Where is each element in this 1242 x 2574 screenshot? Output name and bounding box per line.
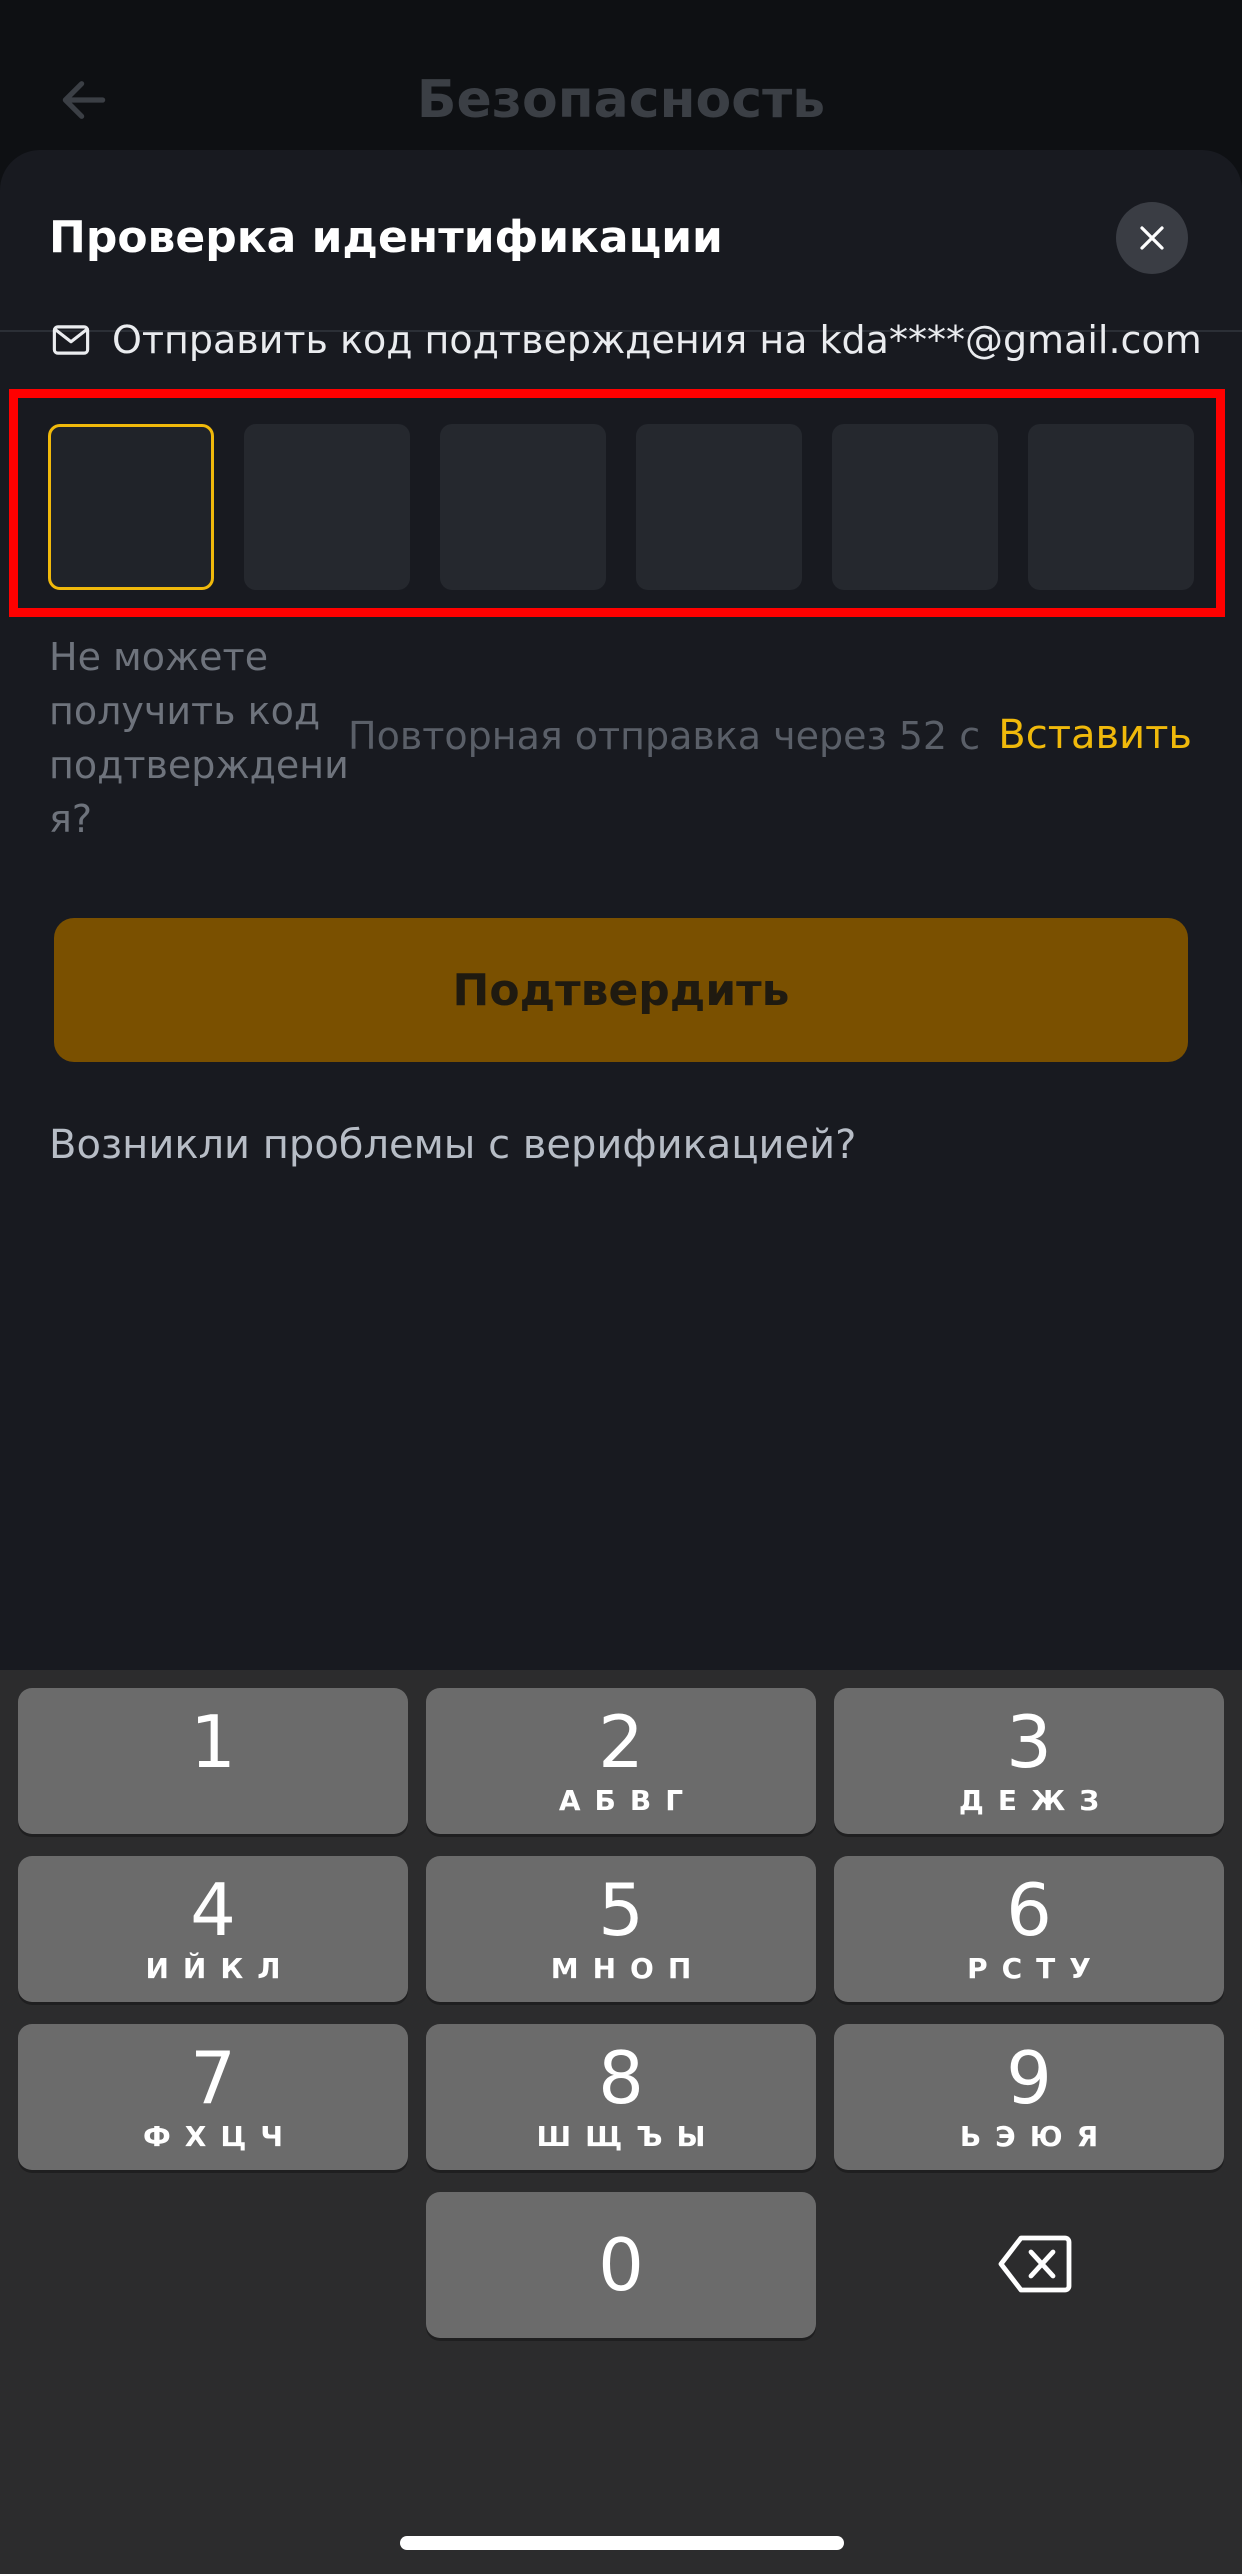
key-letters: ШЩЪЫ [536, 2120, 720, 2153]
key-letters: ЬЭЮЯ [959, 2120, 1113, 2153]
key-3[interactable]: 3 ДЕЖЗ [834, 1688, 1224, 1834]
backspace-icon [998, 2235, 1072, 2293]
key-letters: ИЙКЛ [145, 1952, 295, 1985]
key-digit: 0 [598, 2223, 644, 2307]
key-2[interactable]: 2 АБВГ [426, 1688, 816, 1834]
key-letters: ДЕЖЗ [958, 1784, 1114, 1817]
page-title: Безопасность [416, 70, 826, 130]
code-cell-4[interactable] [636, 424, 802, 590]
code-cell-3[interactable] [440, 424, 606, 590]
code-cell-5[interactable] [832, 424, 998, 590]
key-7[interactable]: 7 ФХЦЧ [18, 2024, 408, 2170]
code-cell-2[interactable] [244, 424, 410, 590]
key-letters [206, 1784, 220, 1818]
key-letters: АБВГ [558, 1784, 698, 1817]
send-code-text: Отправить код подтверждения на kda****@g… [112, 318, 1202, 362]
key-0[interactable]: 0 [426, 2192, 816, 2338]
home-indicator[interactable] [400, 2536, 844, 2550]
key-4[interactable]: 4 ИЙКЛ [18, 1856, 408, 2002]
cant-receive-code-link[interactable]: Не можете получить код подтверждени я? [49, 630, 349, 846]
verification-problems-link[interactable]: Возникли проблемы с верификацией? [49, 1122, 856, 1168]
key-digit: 1 [190, 1700, 236, 1784]
key-digit: 9 [1006, 2036, 1052, 2120]
mail-icon [52, 325, 90, 355]
key-digit: 4 [190, 1868, 236, 1952]
code-cell-1[interactable] [48, 424, 214, 590]
key-digit: 8 [598, 2036, 644, 2120]
backspace-key[interactable] [960, 2214, 1110, 2314]
key-digit: 3 [1006, 1700, 1052, 1784]
key-letters: ФХЦЧ [143, 2120, 297, 2153]
key-letters: РСТУ [967, 1952, 1105, 1985]
identity-verification-sheet: Проверка идентификации [0, 150, 1242, 1670]
resend-timer: Повторная отправка через 52 с [348, 714, 981, 758]
key-letters: МНОП [550, 1952, 706, 1985]
key-5[interactable]: 5 МНОП [426, 1856, 816, 2002]
key-digit: 2 [598, 1700, 644, 1784]
key-6[interactable]: 6 РСТУ [834, 1856, 1224, 2002]
confirm-button[interactable]: Подтвердить [54, 918, 1188, 1062]
key-digit: 7 [190, 2036, 236, 2120]
send-code-row: Отправить код подтверждения на kda****@g… [50, 318, 1202, 362]
key-9[interactable]: 9 ЬЭЮЯ [834, 2024, 1224, 2170]
key-digit: 6 [1006, 1868, 1052, 1952]
key-digit: 5 [598, 1868, 644, 1952]
key-1[interactable]: 1 [18, 1688, 408, 1834]
close-icon [1140, 226, 1164, 250]
key-8[interactable]: 8 ШЩЪЫ [426, 2024, 816, 2170]
paste-button[interactable]: Вставить [998, 712, 1192, 758]
sheet-title: Проверка идентификации [49, 212, 723, 263]
close-button[interactable] [1116, 202, 1188, 274]
code-cell-6[interactable] [1028, 424, 1194, 590]
